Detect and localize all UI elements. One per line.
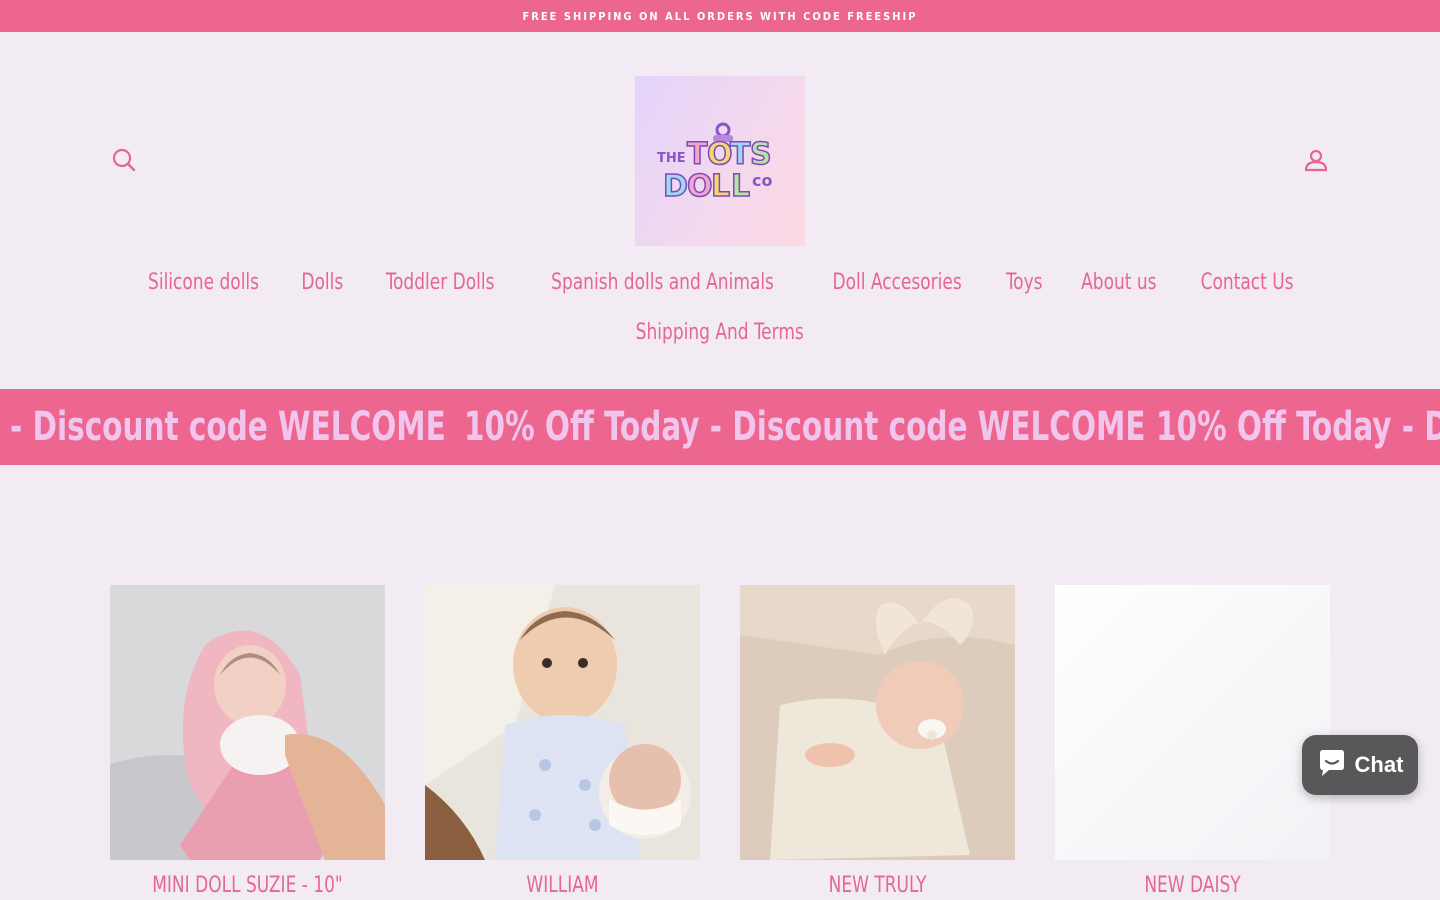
nav-toddler-dolls[interactable]: Toddler Dolls bbox=[386, 268, 495, 298]
marquee-track: - Discount code WELCOME 10% Off Today - … bbox=[10, 389, 1440, 465]
svg-text:T: T bbox=[730, 137, 751, 172]
product-title[interactable]: NEW TRULY bbox=[742, 871, 1013, 900]
site-header: THE T O T S D O L L co Silicone dolls Do… bbox=[0, 32, 1440, 388]
product-title[interactable]: MINI DOLL SUZIE - 10" bbox=[112, 871, 383, 900]
account-icon[interactable] bbox=[1302, 146, 1330, 174]
product-image[interactable] bbox=[1055, 585, 1330, 860]
chat-button[interactable]: Chat bbox=[1302, 735, 1418, 795]
product-card[interactable]: NEW DAISY bbox=[1055, 585, 1330, 898]
svg-text:THE: THE bbox=[657, 151, 686, 166]
nav-silicone-dolls[interactable]: Silicone dolls bbox=[148, 268, 259, 298]
product-image[interactable] bbox=[425, 585, 700, 860]
product-card[interactable]: WILLIAM bbox=[425, 585, 700, 898]
announcement-bar: FREE SHIPPING ON ALL ORDERS WITH CODE FR… bbox=[0, 0, 1440, 32]
marquee-text: - Discount code WELCOME bbox=[10, 404, 446, 450]
search-icon[interactable] bbox=[110, 146, 138, 174]
marquee-text: 10% Off Today - D bbox=[1156, 404, 1440, 450]
svg-text:O: O bbox=[687, 169, 713, 204]
nav-shipping-and-terms[interactable]: Shipping And Terms bbox=[636, 318, 804, 348]
svg-text:L: L bbox=[731, 169, 750, 204]
nav-about-us[interactable]: About us bbox=[1081, 268, 1156, 298]
nav-contact-us[interactable]: Contact Us bbox=[1200, 268, 1293, 298]
svg-text:O: O bbox=[707, 137, 733, 172]
site-logo[interactable]: THE T O T S D O L L co bbox=[635, 76, 805, 246]
nav-toys[interactable]: Toys bbox=[1006, 268, 1043, 298]
promo-marquee: - Discount code WELCOME 10% Off Today - … bbox=[0, 389, 1440, 465]
svg-text:L: L bbox=[711, 169, 730, 204]
chat-bubble-icon bbox=[1317, 749, 1347, 782]
nav-dolls[interactable]: Dolls bbox=[302, 268, 344, 298]
svg-text:S: S bbox=[750, 137, 772, 172]
svg-text:co: co bbox=[752, 171, 772, 190]
svg-text:T: T bbox=[687, 137, 708, 172]
product-title[interactable]: NEW DAISY bbox=[1057, 871, 1328, 900]
svg-text:D: D bbox=[663, 169, 688, 204]
product-image[interactable] bbox=[110, 585, 385, 860]
main-navigation-row-2: Shipping And Terms bbox=[0, 318, 1440, 348]
marquee-text: 10% Off Today - Discount code WELCOME bbox=[464, 404, 1146, 450]
nav-doll-accessories[interactable]: Doll Accesories bbox=[833, 268, 962, 298]
product-title[interactable]: WILLIAM bbox=[427, 871, 698, 900]
product-image[interactable] bbox=[740, 585, 1015, 860]
main-navigation: Silicone dolls Dolls Toddler Dolls Spani… bbox=[0, 268, 1440, 298]
product-card[interactable]: NEW TRULY bbox=[740, 585, 1015, 898]
nav-spanish-dolls-and-animals[interactable]: Spanish dolls and Animals bbox=[551, 268, 774, 298]
announcement-text: FREE SHIPPING ON ALL ORDERS WITH CODE FR… bbox=[522, 9, 918, 23]
product-card[interactable]: MINI DOLL SUZIE - 10" bbox=[110, 585, 385, 898]
chat-label: Chat bbox=[1354, 752, 1404, 777]
